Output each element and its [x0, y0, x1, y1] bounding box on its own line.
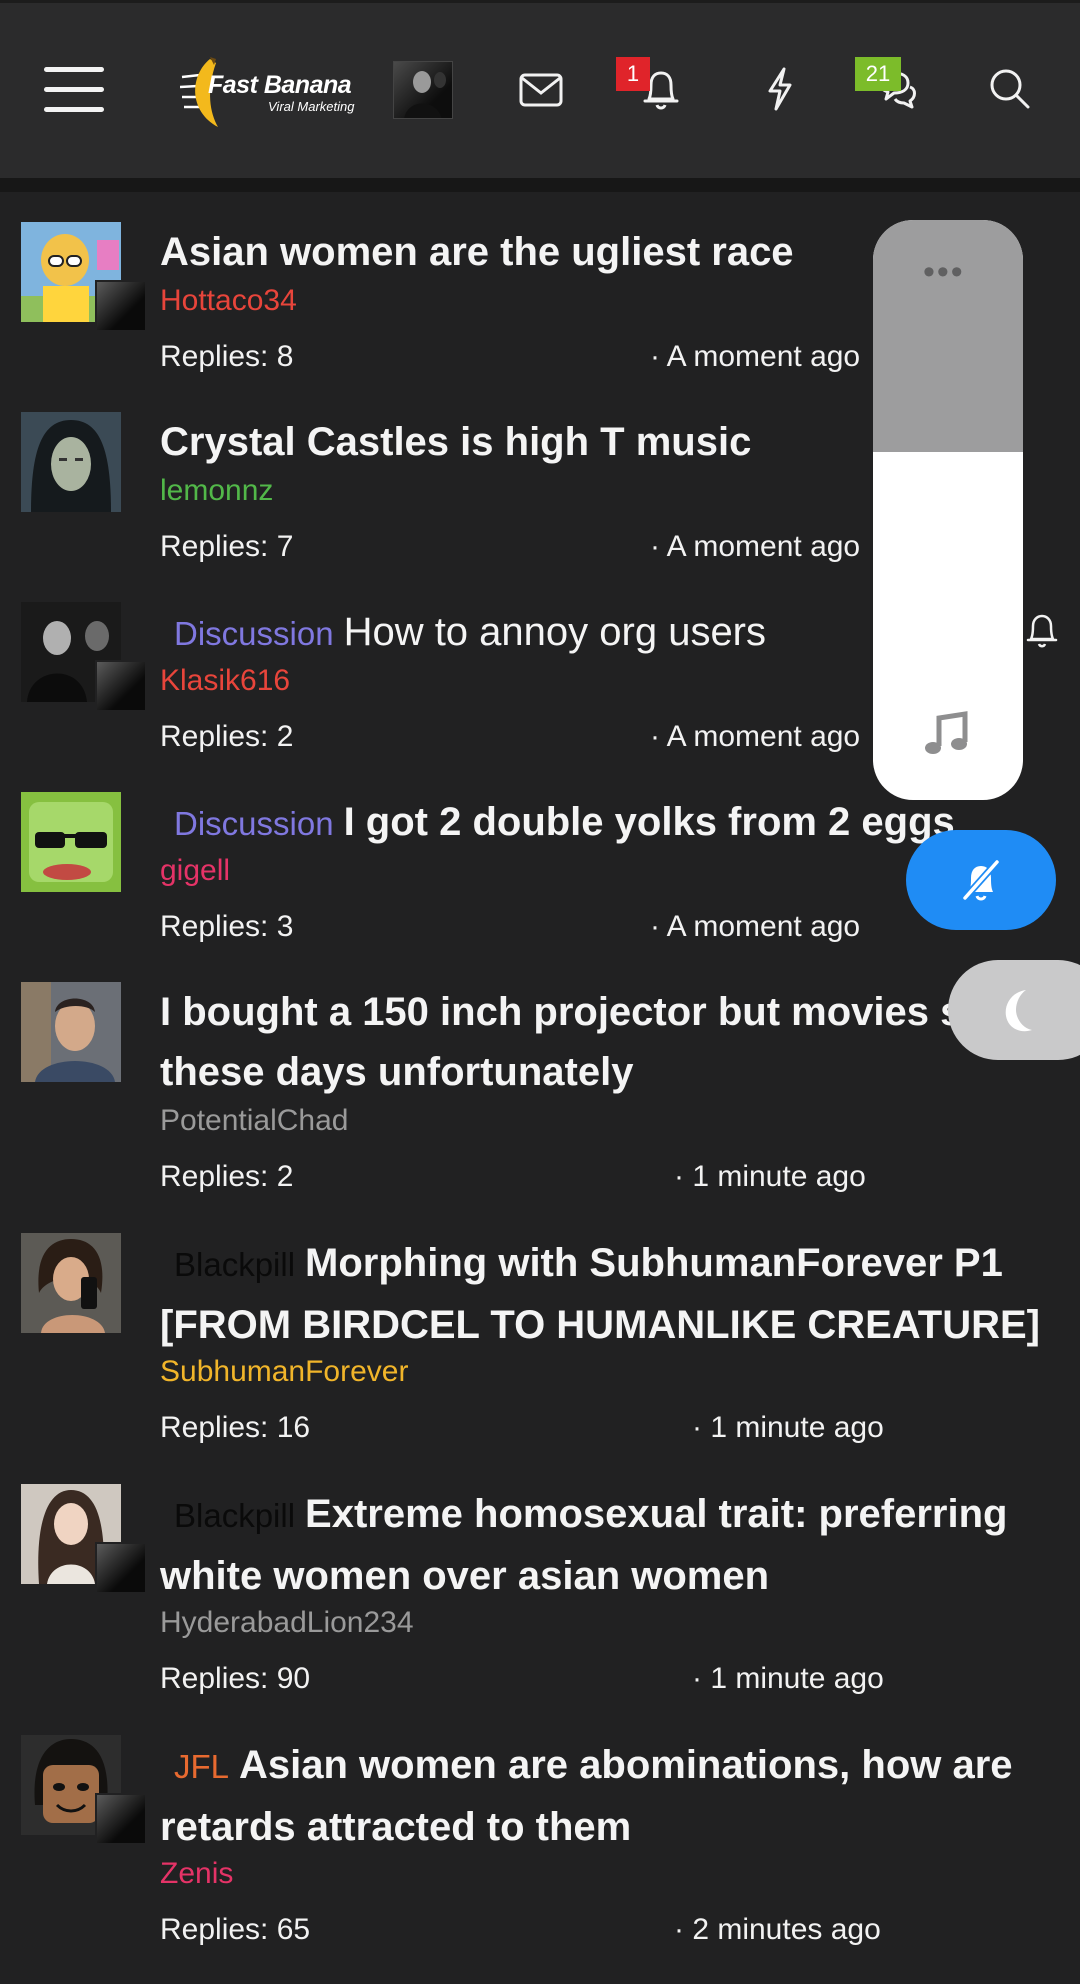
avatar[interactable] — [21, 1233, 121, 1333]
reply-count: Replies: 2 — [160, 1160, 294, 1193]
reply-count: Replies: 16 — [160, 1411, 311, 1444]
conversations-badge: 21 — [855, 57, 901, 91]
avatar[interactable] — [21, 792, 121, 892]
reply-count: Replies: 3 — [160, 910, 294, 943]
volume-slider-panel[interactable]: ••• — [873, 220, 1023, 800]
man-photo-avatar-icon — [21, 982, 121, 1082]
thread-author[interactable]: Hottaco34 — [160, 284, 297, 318]
last-poster-avatar[interactable] — [95, 1793, 147, 1845]
hooded-man-avatar-icon — [21, 412, 121, 512]
user-avatar[interactable] — [393, 61, 453, 119]
thread-time[interactable]: · A moment ago — [650, 910, 860, 944]
logo-title: Fast Banana — [208, 71, 352, 99]
pepe-sunglasses-avatar-icon — [21, 792, 121, 892]
thread-author[interactable]: gigell — [160, 854, 230, 888]
avatar-figure-icon — [404, 71, 446, 118]
thread-title-text[interactable]: Asian women are abominations, how are re… — [160, 1743, 1013, 1849]
moon-icon — [1005, 990, 1032, 1032]
reply-count: Replies: 90 — [160, 1662, 311, 1695]
thread-prefix-label[interactable]: JFL — [160, 1748, 229, 1785]
thread-author[interactable]: PotentialChad — [160, 1104, 348, 1138]
music-note-icon — [925, 711, 968, 754]
thread-title[interactable]: JFL Asian women are abominations, how are… — [160, 1735, 1060, 1857]
thread-time[interactable]: · 1 minute ago — [692, 1411, 884, 1445]
inbox-mail-icon[interactable] — [513, 61, 569, 117]
reply-count: Replies: 7 — [160, 530, 294, 563]
thread-title-text[interactable]: I bought a 150 inch projector but movies… — [160, 990, 1031, 1094]
thread-author[interactable]: lemonnz — [160, 474, 273, 508]
dark-mode-button[interactable] — [948, 960, 1080, 1060]
site-logo[interactable]: Fast Banana Viral Marketing — [150, 51, 368, 131]
thread-title[interactable]: Blackpill Extreme homosexual trait: prefe… — [160, 1484, 1060, 1606]
thread-title[interactable]: Blackpill Morphing with SubhumanForever P… — [160, 1233, 1060, 1355]
thread-time[interactable]: · 1 minute ago — [692, 1662, 884, 1696]
bell-off-icon — [962, 859, 1000, 901]
thread-time[interactable]: · A moment ago — [650, 720, 860, 754]
thread-author[interactable]: Zenis — [160, 1857, 233, 1891]
thread-prefix-label[interactable]: Blackpill — [160, 1497, 295, 1534]
ringer-bell-icon[interactable] — [1020, 608, 1064, 652]
thread-time[interactable]: · A moment ago — [650, 340, 860, 374]
thread-time[interactable]: · 1 minute ago — [674, 1160, 866, 1194]
thread-title-text[interactable]: Crystal Castles is high T music — [160, 420, 751, 464]
thread-author[interactable]: Klasik616 — [160, 664, 290, 698]
header-divider — [0, 178, 1080, 192]
thread-prefix-label[interactable]: Discussion — [160, 805, 334, 842]
selfie-avatar-icon — [21, 1233, 121, 1333]
thread-time[interactable]: · A moment ago — [650, 530, 860, 564]
whats-new-lightning-icon[interactable] — [752, 61, 808, 117]
thread-title-text[interactable]: Asian women are the ugliest race — [160, 230, 794, 274]
reply-count: Replies: 8 — [160, 340, 294, 373]
thread-title-text[interactable]: How to annoy org users — [344, 610, 766, 654]
reply-count: Replies: 2 — [160, 720, 294, 753]
thread-author[interactable]: HyderabadLion234 — [160, 1606, 414, 1640]
reply-count: Replies: 65 — [160, 1913, 311, 1946]
more-dots-icon[interactable]: ••• — [923, 255, 965, 289]
thread-title-text[interactable]: I got 2 double yolks from 2 eggs — [344, 800, 955, 844]
menu-icon[interactable] — [44, 63, 106, 115]
avatar[interactable] — [21, 412, 121, 512]
last-poster-avatar[interactable] — [95, 1542, 147, 1594]
thread-prefix-label[interactable]: Discussion — [160, 615, 334, 652]
mute-toggle-button[interactable] — [906, 830, 1056, 930]
last-poster-avatar[interactable] — [95, 280, 147, 332]
last-poster-avatar[interactable] — [95, 660, 147, 712]
app-header: Fast Banana Viral Marketing 1 21 — [0, 0, 1080, 178]
thread-time[interactable]: · 2 minutes ago — [674, 1913, 881, 1947]
avatar[interactable] — [21, 982, 121, 1082]
search-icon[interactable] — [982, 61, 1038, 117]
logo-subtitle: Viral Marketing — [268, 99, 355, 114]
thread-title[interactable]: I bought a 150 inch projector but movies… — [160, 982, 1060, 1102]
alerts-badge: 1 — [616, 57, 650, 91]
thread-author[interactable]: SubhumanForever — [160, 1355, 408, 1389]
thread-prefix-label[interactable]: Blackpill — [160, 1246, 295, 1283]
